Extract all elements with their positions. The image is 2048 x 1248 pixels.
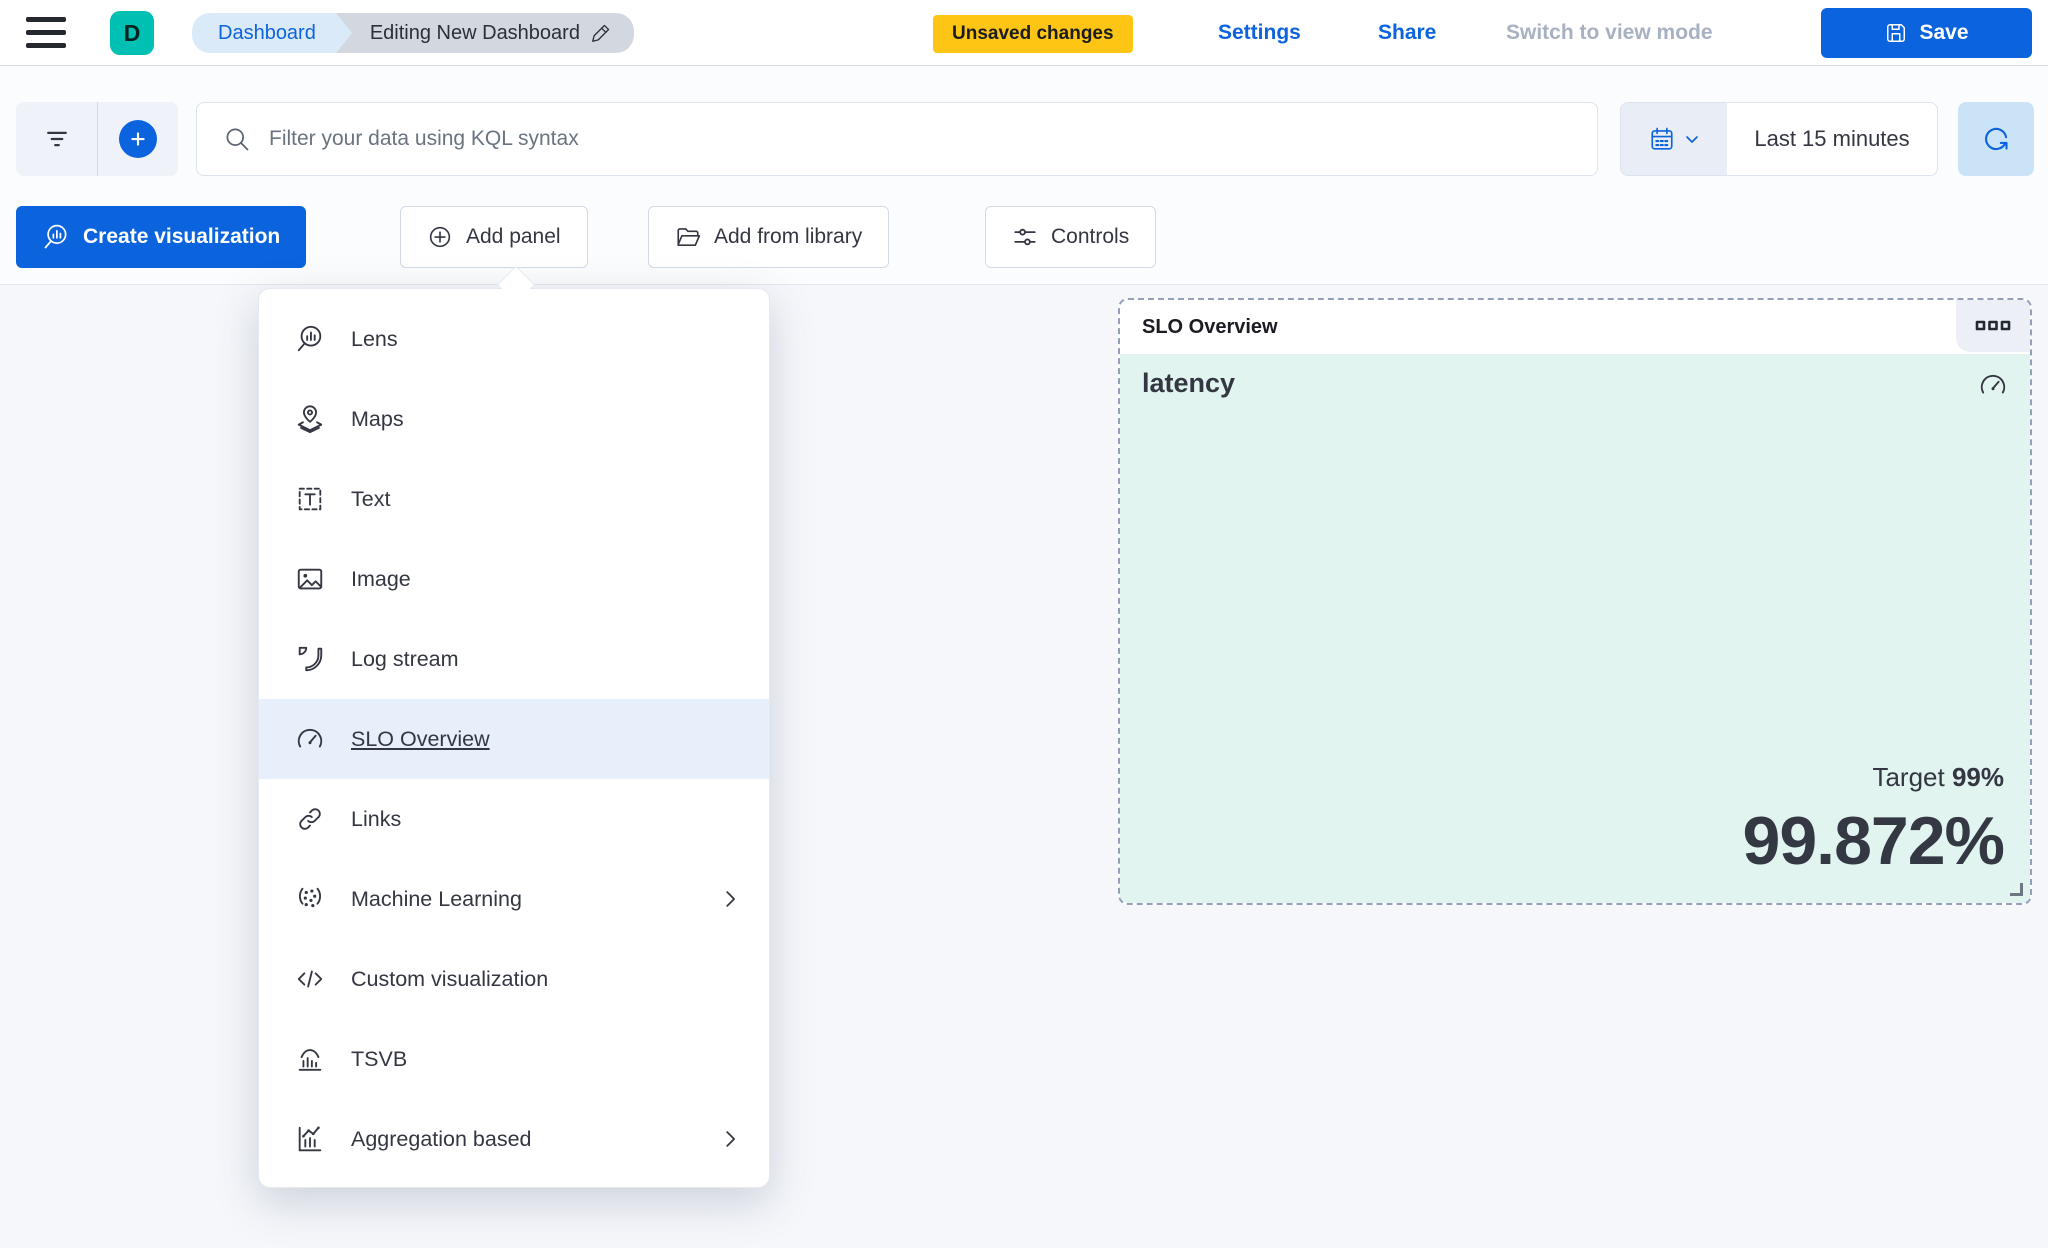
add-filter-button[interactable] (97, 102, 178, 176)
menu-item-links[interactable]: Links (259, 779, 769, 859)
menu-item-label: Lens (351, 326, 398, 351)
breadcrumb: Dashboard Editing New Dashboard (192, 13, 634, 53)
breadcrumb-editing-label: Editing New Dashboard (369, 22, 580, 44)
calendar-icon (1649, 126, 1675, 152)
filter-button-group (16, 102, 178, 176)
slo-target-value: 99% (1951, 762, 2004, 792)
slo-target-label: Target (1872, 762, 1945, 792)
menu-item-machine-learning[interactable]: Machine Learning (259, 859, 769, 939)
kql-search-bar (196, 102, 1598, 176)
chevron-right-icon (719, 1128, 741, 1150)
slo-overview-panel: SLO Overview latency Target 99% 99.872% (1118, 298, 2032, 905)
text-icon (295, 484, 325, 514)
refresh-button[interactable] (1958, 102, 2034, 176)
filter-icon (43, 125, 71, 153)
menu-hamburger-icon[interactable] (26, 16, 66, 50)
lens-icon (42, 223, 70, 251)
slo-name: latency (1142, 368, 1236, 398)
time-range-value[interactable]: Last 15 minutes (1727, 103, 1937, 175)
slo-value: 99.872% (1742, 803, 2005, 879)
slo-gauge-icon (295, 724, 325, 754)
controls-label: Controls (1051, 225, 1130, 248)
menu-item-aggregation-based[interactable]: Aggregation based (259, 1099, 769, 1179)
share-link[interactable]: Share (1378, 21, 1436, 45)
controls-button[interactable]: Controls (985, 206, 1157, 268)
log-stream-icon (295, 644, 325, 674)
menu-item-tsvb[interactable]: TSVB (259, 1019, 769, 1099)
panel-options-button[interactable] (1956, 300, 2030, 352)
create-visualization-button[interactable]: Create visualization (16, 206, 307, 268)
save-icon (1884, 21, 1908, 45)
save-button[interactable]: Save (1821, 8, 2032, 58)
menu-item-label: Custom visualization (351, 966, 549, 991)
slo-target: Target 99% (1872, 762, 2004, 793)
sliders-icon (1012, 224, 1038, 250)
unsaved-changes-badge: Unsaved changes (933, 15, 1133, 53)
menu-item-label: Maps (351, 406, 404, 431)
lens-icon (295, 324, 325, 354)
slo-panel-body[interactable]: latency Target 99% 99.872% (1120, 354, 2030, 903)
add-panel-menu: Lens Maps Text Image Log stream SLO Over… (258, 288, 770, 1188)
toolbar-band: Last 15 minutes Create visualization Add… (0, 66, 2048, 285)
breadcrumb-editing-dashboard[interactable]: Editing New Dashboard (335, 13, 634, 53)
panel-resize-handle[interactable] (2010, 883, 2023, 896)
image-icon (295, 564, 325, 594)
plus-circle-icon (427, 224, 453, 250)
save-button-label: Save (1919, 21, 1969, 44)
menu-item-label: SLO Overview (351, 726, 490, 751)
pencil-icon (590, 22, 612, 44)
slo-panel-header: SLO Overview (1120, 300, 2030, 354)
add-from-library-button[interactable]: Add from library (648, 206, 890, 268)
time-range-picker: Last 15 minutes (1620, 102, 1938, 176)
filter-menu-button[interactable] (16, 102, 97, 176)
settings-link[interactable]: Settings (1218, 21, 1301, 45)
machine-learning-icon (295, 884, 325, 914)
link-icon (295, 804, 325, 834)
top-header-bar: D Dashboard Editing New Dashboard Unsave… (0, 0, 2048, 66)
panel-options-icon (1975, 320, 2011, 332)
calendar-dropdown-button[interactable] (1621, 103, 1727, 175)
menu-item-slo-overview[interactable]: SLO Overview (259, 699, 769, 779)
breadcrumb-dashboard[interactable]: Dashboard (192, 13, 352, 53)
code-icon (295, 964, 325, 994)
switch-to-view-mode-link[interactable]: Switch to view mode (1506, 21, 1713, 45)
aggregation-icon (295, 1124, 325, 1154)
menu-item-label: Machine Learning (351, 886, 522, 911)
menu-item-label: TSVB (351, 1046, 408, 1071)
menu-item-text[interactable]: Text (259, 459, 769, 539)
menu-item-log-stream[interactable]: Log stream (259, 619, 769, 699)
chevron-right-icon (719, 888, 741, 910)
folder-icon (675, 224, 701, 250)
refresh-icon (1982, 125, 2010, 153)
chevron-down-icon (1684, 131, 1700, 147)
add-panel-label: Add panel (466, 225, 561, 248)
gauge-icon (1978, 370, 2008, 400)
avatar[interactable]: D (110, 11, 154, 55)
add-panel-button[interactable]: Add panel (400, 206, 588, 268)
plus-icon (119, 120, 157, 158)
menu-item-label: Links (351, 806, 402, 831)
menu-item-lens[interactable]: Lens (259, 299, 769, 379)
create-visualization-label: Create visualization (83, 225, 281, 248)
menu-item-custom-visualization[interactable]: Custom visualization (259, 939, 769, 1019)
menu-item-label: Log stream (351, 646, 459, 671)
menu-item-label: Image (351, 566, 411, 591)
menu-item-maps[interactable]: Maps (259, 379, 769, 459)
slo-panel-title: SLO Overview (1142, 315, 1278, 338)
kql-search-input[interactable] (269, 127, 1597, 151)
menu-item-label: Text (351, 486, 391, 511)
search-icon (197, 125, 269, 153)
menu-item-label: Aggregation based (351, 1126, 532, 1151)
maps-icon (295, 404, 325, 434)
tsvb-icon (295, 1044, 325, 1074)
add-from-library-label: Add from library (714, 225, 863, 248)
dashboard-editor-app: D Dashboard Editing New Dashboard Unsave… (0, 0, 2048, 1248)
menu-item-image[interactable]: Image (259, 539, 769, 619)
